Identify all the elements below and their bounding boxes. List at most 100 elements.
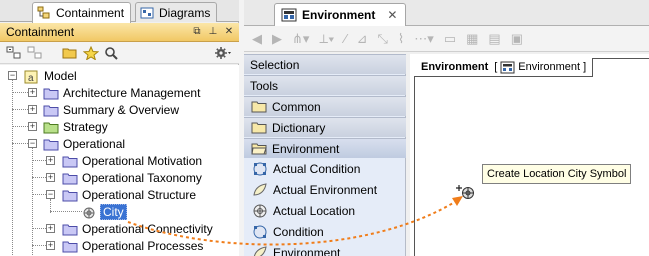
tree-item[interactable]: Operational Structure <box>62 186 196 203</box>
frame-bracket-close: ] <box>583 61 587 73</box>
tab-diagrams-label: Diagrams <box>159 5 211 20</box>
palette-actual-location[interactable]: Actual Location <box>244 201 406 221</box>
package-icon <box>62 223 78 235</box>
open-folder-icon[interactable] <box>60 44 80 62</box>
frame-bracket-open: [ <box>494 61 498 73</box>
diagram-icon <box>281 8 297 22</box>
open-folder-icon <box>250 140 267 157</box>
arrange-icon[interactable]: ▦ <box>466 31 478 47</box>
containment-panel: Containment Diagrams Containment ⧉ ⊥ ✕ −… <box>0 0 239 256</box>
close-panel-icon[interactable]: ✕ <box>223 26 235 38</box>
package-icon <box>43 87 59 99</box>
left-tab-bar: Containment Diagrams <box>0 0 239 23</box>
tab-diagrams[interactable]: Diagrams <box>135 2 218 22</box>
svg-text:a: a <box>28 73 34 84</box>
tree-item[interactable]: Operational Taxonomy <box>62 169 202 186</box>
collapse-toggle[interactable]: − <box>28 139 37 148</box>
collapse-toggle[interactable]: − <box>8 71 17 80</box>
options-gear-icon[interactable] <box>213 44 233 62</box>
expand-toggle[interactable]: + <box>46 241 55 250</box>
more-layout-icon[interactable]: ⋯▾ <box>414 31 434 47</box>
tree-item-label: Strategy <box>63 119 108 134</box>
model-icon: a <box>24 70 40 84</box>
containment-panel-header: Containment ⧉ ⊥ ✕ <box>0 23 239 42</box>
palette-group-dictionary[interactable]: Dictionary <box>244 117 406 137</box>
expand-toggle[interactable]: + <box>28 88 37 97</box>
containment-toolbar <box>0 42 239 64</box>
diagram-canvas[interactable]: Environment [ Environment ] <box>410 54 649 256</box>
layout-tree-icon[interactable]: ⋔▾ <box>292 31 309 47</box>
tree-item-model[interactable]: a Model <box>24 67 77 84</box>
package-icon <box>62 172 78 184</box>
actual-condition-icon <box>251 161 268 178</box>
expand-all-icon[interactable] <box>25 44 45 62</box>
shape-icon[interactable]: ⊿ <box>357 31 368 47</box>
connector-icon[interactable]: ⤡ <box>378 31 388 47</box>
favorite-star-icon[interactable] <box>81 44 101 62</box>
tree-item[interactable]: Operational Processes <box>62 237 203 254</box>
palette-condition[interactable]: Condition <box>244 222 406 242</box>
palette-environment[interactable]: Environment <box>244 243 406 256</box>
palette-group-environment[interactable]: Environment <box>244 138 406 158</box>
palette-item-label: Actual Environment <box>273 183 378 197</box>
align-icon[interactable]: ▭ <box>444 31 456 47</box>
tree-item-label: Operational <box>63 136 126 151</box>
route-icon[interactable]: ⌇ <box>398 31 404 47</box>
containment-tab-icon <box>37 6 51 20</box>
expand-toggle[interactable]: + <box>46 224 55 233</box>
folder-icon <box>250 98 267 115</box>
tab-containment[interactable]: Containment <box>32 2 132 23</box>
environment-icon <box>251 245 268 256</box>
expand-toggle[interactable]: + <box>46 173 55 182</box>
expand-toggle[interactable]: + <box>28 122 37 131</box>
diagram-tab-label: Environment <box>302 8 376 22</box>
diagram-frame-header: Environment [ Environment ] <box>414 58 594 77</box>
tree-item-label: Summary & Overview <box>63 102 180 117</box>
palette-actual-environment[interactable]: Actual Environment <box>244 180 406 200</box>
diagram-area: Environment ✕ ◀ ▶ ⋔▾ ⟂▾ ⁄ ⊿ ⤡ ⌇ ⋯▾ ▭ ▦ ▤… <box>244 0 649 256</box>
collapse-all-icon[interactable] <box>4 44 24 62</box>
restore-icon[interactable]: ⧉ <box>191 26 203 38</box>
diagram-icon <box>500 61 515 74</box>
location-icon <box>82 206 96 218</box>
tree-item[interactable]: Operational <box>43 135 125 152</box>
line-style-icon[interactable]: ⁄ <box>344 31 346 46</box>
expand-toggle[interactable]: + <box>46 156 55 165</box>
expand-toggle[interactable]: + <box>28 105 37 114</box>
palette-item-label: Condition <box>273 225 324 239</box>
palette-tools[interactable]: Tools <box>244 75 406 95</box>
size-icon[interactable]: ▣ <box>511 31 523 47</box>
palette-item-label: Common <box>272 99 321 114</box>
tree-item[interactable]: Strategy <box>43 118 108 135</box>
tree-item[interactable]: Operational Motivation <box>62 152 202 169</box>
actual-environment-icon <box>251 182 268 199</box>
tree-item[interactable]: Architecture Management <box>43 84 200 101</box>
tree-item-label: Operational Motivation <box>82 153 203 168</box>
palette-item-label: Environment <box>272 141 340 156</box>
package-icon <box>43 138 59 150</box>
palette-item-label: Selection <box>250 57 300 72</box>
tree-item-label: City <box>100 203 127 220</box>
close-tab-icon[interactable]: ✕ <box>387 8 397 22</box>
palette-actual-condition[interactable]: Actual Condition <box>244 159 406 179</box>
tree-item-city[interactable]: City <box>82 203 127 220</box>
palette-item-label: Environment <box>273 246 341 256</box>
package-icon <box>43 121 59 133</box>
tree-item[interactable]: Summary & Overview <box>43 101 179 118</box>
distribute-icon[interactable]: ▤ <box>488 31 500 47</box>
palette-item-label: Actual Location <box>273 204 356 218</box>
palette-selection[interactable]: Selection <box>244 54 406 74</box>
forward-arrow-icon[interactable]: ▶ <box>272 31 282 47</box>
palette-group-common[interactable]: Common <box>244 96 406 116</box>
path-style-icon[interactable]: ⟂▾ <box>319 31 334 47</box>
collapse-toggle[interactable]: − <box>46 190 55 199</box>
tree-item[interactable]: Operational Connectivity <box>62 220 213 237</box>
back-arrow-icon[interactable]: ◀ <box>252 31 262 47</box>
pin-icon[interactable]: ⊥ <box>207 26 219 38</box>
tree-item-label: Operational Connectivity <box>82 221 213 236</box>
search-icon[interactable] <box>102 44 122 62</box>
package-icon <box>62 240 78 252</box>
tab-environment-diagram[interactable]: Environment ✕ <box>274 3 407 26</box>
tree-item-label: Operational Taxonomy <box>82 170 202 185</box>
palette-item-label: Actual Condition <box>273 162 361 176</box>
